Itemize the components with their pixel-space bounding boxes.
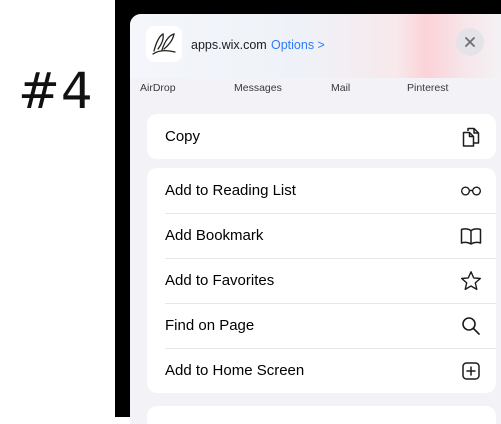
close-icon — [465, 37, 475, 47]
action-label: Add to Home Screen — [165, 362, 305, 379]
next-action-group — [147, 406, 496, 424]
action-label: Find on Page — [165, 317, 255, 334]
book-icon — [460, 225, 482, 247]
action-add-to-reading-list[interactable]: Add to Reading List — [147, 168, 496, 213]
action-add-bookmark[interactable]: Add Bookmark — [147, 213, 496, 258]
action-add-to-home-screen[interactable]: Add to Home Screen — [147, 348, 496, 393]
share-target-messages[interactable]: Messages — [234, 82, 282, 94]
action-list-group: Add to Reading List Add Bookmark Add to … — [147, 168, 496, 393]
share-targets-row: AirDrop Messages Mail Pinterest — [130, 78, 501, 100]
glasses-icon — [460, 180, 482, 202]
share-sheet-header: apps.wix.com Options > — [130, 14, 501, 78]
action-label: Add Bookmark — [165, 227, 264, 244]
site-url: apps.wix.com — [191, 38, 267, 52]
share-target-mail[interactable]: Mail — [331, 82, 350, 94]
share-target-pinterest[interactable]: Pinterest — [407, 82, 448, 94]
options-link[interactable]: Options > — [271, 38, 325, 52]
star-icon — [460, 270, 482, 292]
share-target-airdrop[interactable]: AirDrop — [140, 82, 176, 94]
action-label: Add to Favorites — [165, 272, 275, 289]
close-button[interactable] — [456, 28, 484, 56]
action-label: Copy — [165, 128, 201, 145]
action-find-on-page[interactable]: Find on Page — [147, 303, 496, 348]
share-sheet: apps.wix.com Options > AirDrop Messages … — [130, 14, 501, 424]
action-label: Add to Reading List — [165, 182, 296, 199]
step-number-label: #4 — [18, 62, 94, 120]
magnifier-icon — [460, 315, 482, 337]
copy-action-group: Copy — [147, 114, 496, 159]
action-copy[interactable]: Copy — [147, 114, 496, 159]
site-logo-icon — [146, 26, 182, 62]
action-add-to-favorites[interactable]: Add to Favorites — [147, 258, 496, 303]
copy-icon — [460, 126, 482, 148]
plus-square-icon — [460, 360, 482, 382]
